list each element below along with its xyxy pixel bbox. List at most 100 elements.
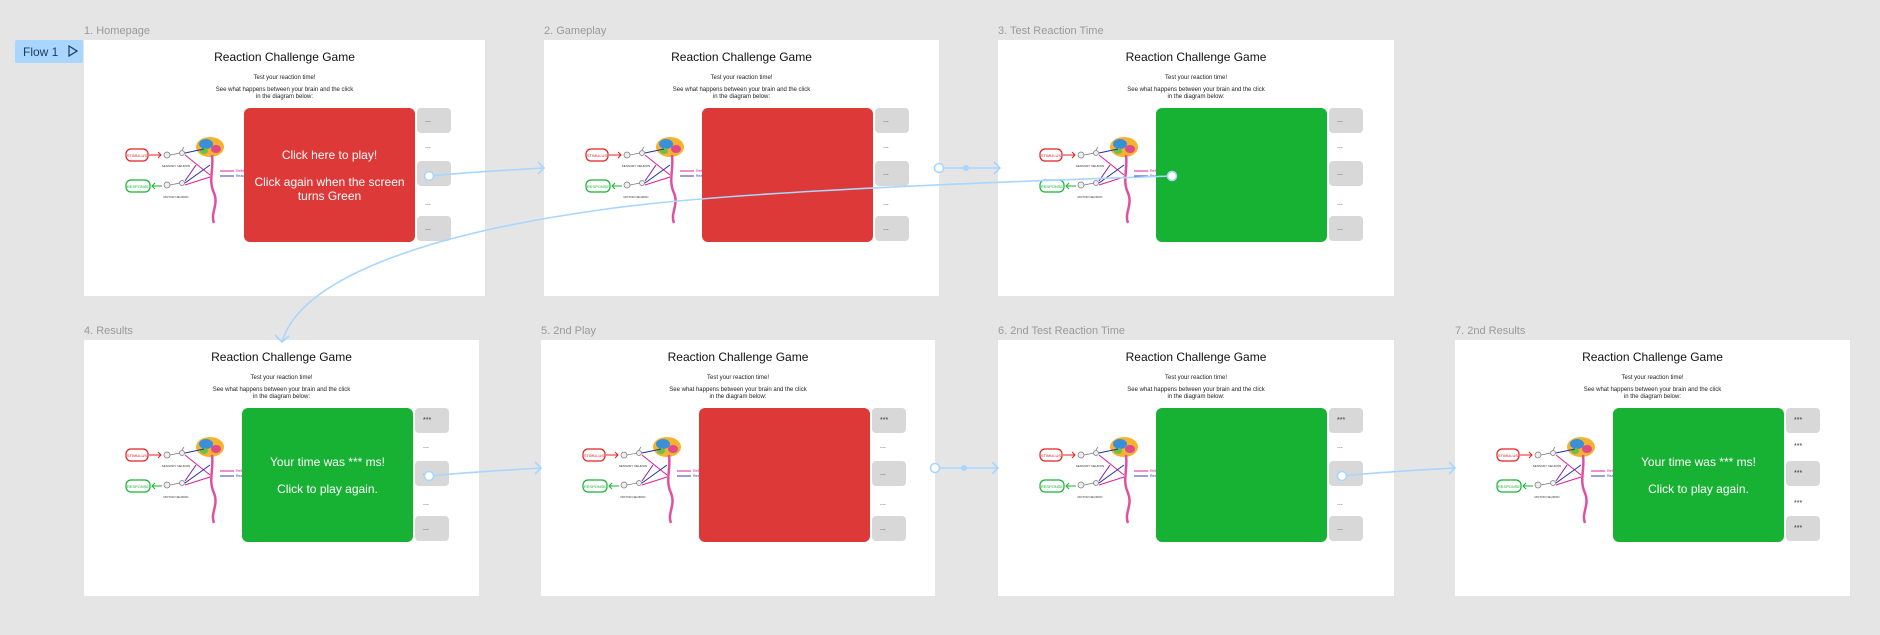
app-description: See what happens between your brain and …: [84, 387, 479, 401]
reaction-panel[interactable]: [1156, 108, 1327, 242]
panel-text: Click again when the screen turns Green: [254, 174, 405, 203]
diagram-label: RESPONSE: [587, 184, 610, 189]
reaction-panel[interactable]: [699, 408, 870, 542]
diagram-container: STIMULUS RESPONSE SENSORY NEURON MOTOR N…: [584, 135, 714, 230]
description-line: See what happens between your brain and …: [669, 387, 807, 393]
diagram-label: RESPONSE: [1498, 484, 1521, 489]
side-text: ...: [880, 443, 886, 450]
diagram-label: RESPONSE: [1041, 184, 1064, 189]
diagram-label: SENSORY NEURON: [1076, 464, 1104, 468]
app-title: Reaction Challenge Game: [214, 50, 355, 64]
side-button-bottom[interactable]: ...: [875, 216, 909, 241]
description-line: See what happens between your brain and …: [1127, 387, 1265, 393]
reaction-panel[interactable]: [1156, 408, 1327, 542]
screen-frame: Reaction Challenge Game Test your reacti…: [541, 340, 935, 596]
side-button-bottom[interactable]: ...: [415, 516, 449, 541]
diagram-label: RESPONSE: [584, 484, 607, 489]
side-button-top[interactable]: ...: [417, 108, 451, 133]
side-text: ***: [1794, 500, 1803, 507]
side-button-middle[interactable]: ...: [417, 161, 451, 186]
diagram-label: MOTOR NEURON: [164, 495, 189, 499]
diagram-label: STIMULUS: [1498, 453, 1519, 458]
description-line: See what happens between your brain and …: [1127, 87, 1265, 93]
side-button-bottom[interactable]: ...: [1329, 216, 1363, 241]
side-button-bottom[interactable]: ...: [872, 516, 906, 541]
side-button-middle[interactable]: ...: [872, 461, 906, 486]
app-description: See what happens between your brain and …: [544, 87, 939, 101]
app-title: Reaction Challenge Game: [1125, 350, 1267, 364]
description-line: See what happens between your brain and …: [212, 387, 351, 393]
frame-label: 6. 2nd Test Reaction Time: [998, 325, 1125, 337]
diagram-label: SENSORY NEURON: [162, 464, 190, 468]
diagram-container: STIMULUS RESPONSE SENSORY NEURON MOTOR N…: [1038, 435, 1168, 530]
diagram-container: STIMULUS RESPONSE SENSORY NEURON MOTOR N…: [1495, 435, 1625, 530]
diagram-label: STIMULUS: [584, 453, 605, 458]
app-subtitle: Test your reaction time!: [253, 75, 316, 81]
side-button-top[interactable]: ***: [1329, 408, 1363, 433]
side-text: ...: [880, 500, 886, 507]
side-button-bottom[interactable]: ***: [1786, 516, 1820, 541]
diagram-label: MOTOR NEURON: [164, 195, 189, 199]
description-line: See what happens between your brain and …: [1583, 387, 1722, 393]
reaction-diagram: STIMULUS RESPONSE SENSORY NEURON MOTOR N…: [125, 437, 250, 524]
side-button-top[interactable]: ***: [1786, 408, 1820, 433]
side-button-top[interactable]: ...: [875, 108, 909, 133]
diagram-label: STIMULUS: [127, 153, 148, 158]
side-button-top[interactable]: ...: [1329, 108, 1363, 133]
reaction-panel[interactable]: Click here to play! Click again when the …: [244, 108, 415, 242]
app-subtitle: Test your reaction time!: [1164, 375, 1228, 381]
app-subtitle: Test your reaction time!: [706, 375, 770, 381]
diagram-label: MOTOR NEURON: [624, 195, 649, 199]
diagram-label: MOTOR NEURON: [621, 495, 646, 499]
side-text: ...: [1337, 443, 1343, 450]
diagram-label: SENSORY NEURON: [619, 464, 647, 468]
app-title: Reaction Challenge Game: [671, 50, 812, 64]
side-button-middle[interactable]: ...: [1329, 461, 1363, 486]
reaction-panel[interactable]: Your time was *** ms! Click to play again…: [1613, 408, 1784, 542]
panel-text: Click here to play!: [281, 147, 378, 162]
description-line: in the diagram below:: [712, 94, 771, 100]
description-line: in the diagram below:: [1167, 94, 1225, 100]
side-text: ...: [883, 143, 889, 150]
side-button-middle[interactable]: ...: [1329, 161, 1363, 186]
app-description: See what happens between your brain and …: [541, 387, 935, 401]
reaction-panel[interactable]: Your time was *** ms! Click to play again…: [242, 408, 413, 542]
diagram-label: STIMULUS: [127, 453, 148, 458]
side-text: ...: [425, 200, 431, 207]
side-button-middle[interactable]: ...: [875, 161, 909, 186]
diagram-label: STIMULUS: [1041, 153, 1062, 158]
diagram-label: RESPONSE: [127, 484, 150, 489]
diagram-label: STIMULUS: [1041, 453, 1062, 458]
screen-frame: Reaction Challenge Game Test your reacti…: [544, 40, 939, 296]
description-line: in the diagram below:: [255, 94, 314, 100]
side-button-middle[interactable]: ...: [415, 461, 449, 486]
side-text: ***: [1794, 443, 1803, 450]
side-text: ...: [1337, 143, 1343, 150]
app-title: Reaction Challenge Game: [667, 350, 809, 364]
screen-frame: Reaction Challenge Game Test your reacti…: [84, 40, 485, 296]
side-text: ...: [423, 443, 429, 450]
side-button-bottom[interactable]: ...: [417, 216, 451, 241]
side-button-top[interactable]: ***: [415, 408, 449, 433]
app-title: Reaction Challenge Game: [1582, 350, 1723, 364]
screen-frame: Reaction Challenge Game Test your reacti…: [84, 340, 479, 596]
app-description: See what happens between your brain and …: [84, 87, 485, 101]
side-text: ...: [423, 500, 429, 507]
panel-text: Your time was *** ms!: [270, 454, 385, 469]
side-text: ...: [1337, 500, 1343, 507]
app-subtitle: Test your reaction time!: [1621, 375, 1684, 381]
screen-frame: Reaction Challenge Game Test your reacti…: [998, 340, 1394, 596]
app-subtitle: Test your reaction time!: [1164, 75, 1228, 81]
reaction-panel[interactable]: [702, 108, 873, 242]
side-button-middle[interactable]: ***: [1786, 461, 1820, 486]
description-line: in the diagram below:: [252, 394, 311, 400]
panel-text: Your time was *** ms!: [1641, 454, 1756, 469]
diagram-label: MOTOR NEURON: [1535, 495, 1560, 499]
screen-frame: Reaction Challenge Game Test your reacti…: [998, 40, 1394, 296]
reaction-diagram: STIMULUS RESPONSE SENSORY NEURON MOTOR N…: [1039, 437, 1164, 524]
diagram-label: SENSORY NEURON: [1076, 164, 1104, 168]
side-button-bottom[interactable]: ...: [1329, 516, 1363, 541]
play-icon: [68, 45, 78, 57]
side-button-top[interactable]: ***: [872, 408, 906, 433]
flow-start-button[interactable]: Flow 1: [15, 40, 83, 63]
